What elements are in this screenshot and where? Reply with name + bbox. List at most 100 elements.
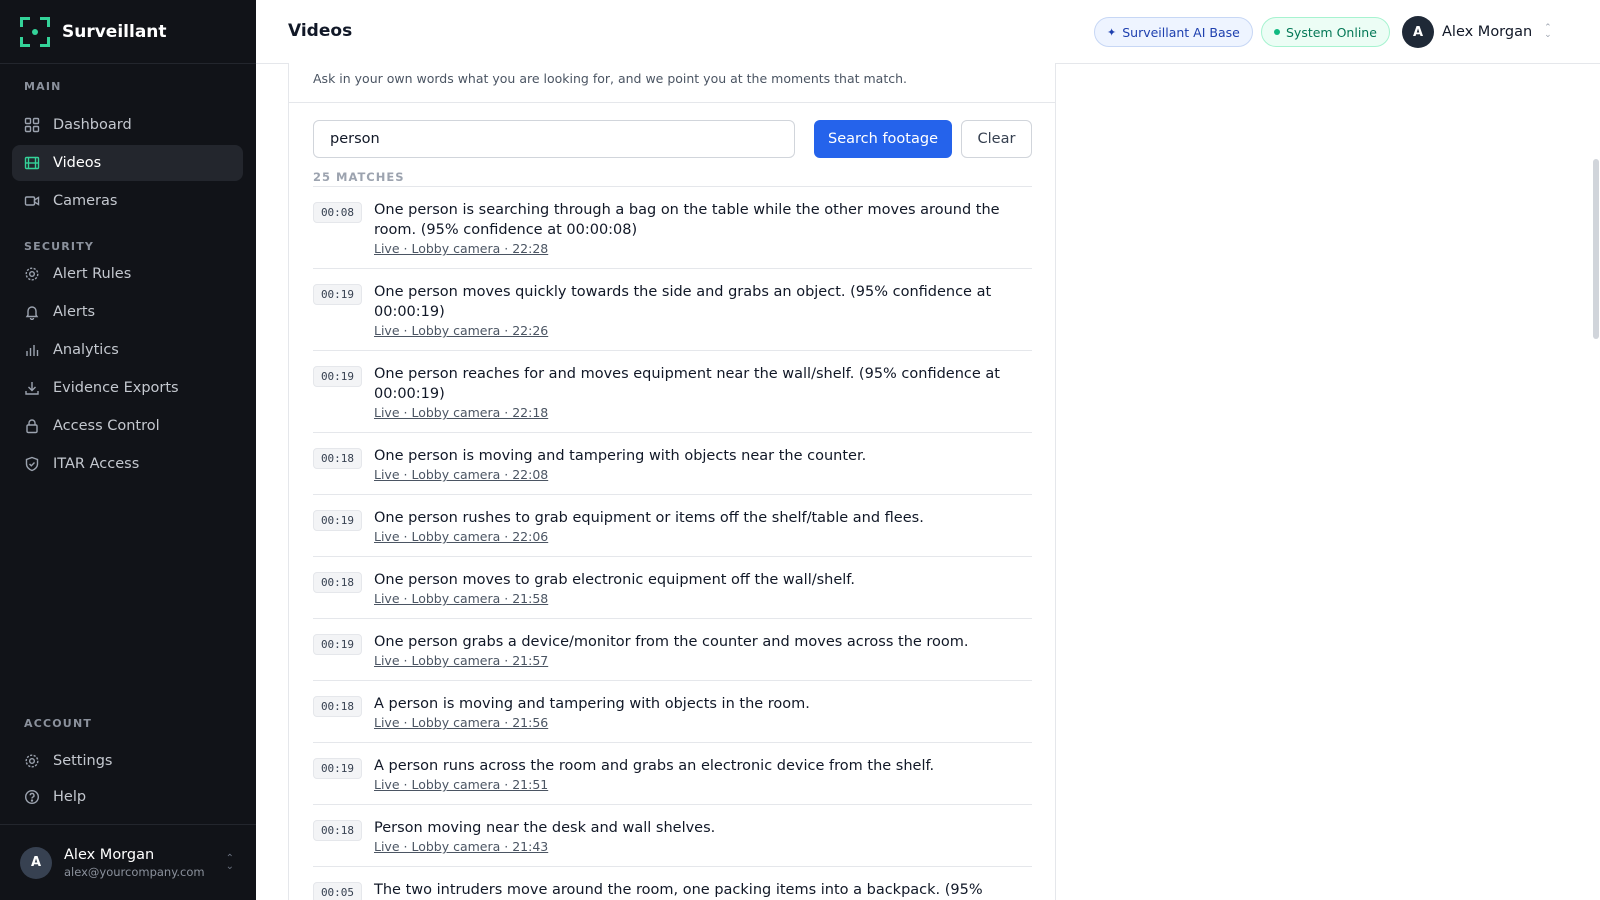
list-item[interactable]: 00:19 One person reaches for and moves e… — [313, 350, 1032, 432]
sidebar-item-analytics[interactable]: Analytics — [12, 332, 243, 368]
list-item[interactable]: 00:18 One person moves to grab electroni… — [313, 556, 1032, 618]
result-description: A person runs across the room and grabs … — [374, 758, 935, 774]
sidebar-item-cameras[interactable]: Cameras — [12, 183, 243, 219]
result-source-link[interactable]: Live · Lobby camera · 21:43 — [374, 839, 1032, 854]
avatar: A — [1402, 16, 1434, 48]
sidebar-item-alerts[interactable]: Alerts — [12, 294, 243, 330]
grid-icon — [24, 117, 40, 133]
result-source-link[interactable]: Live · Lobby camera · 22:28 — [374, 241, 1032, 256]
section-title-main: MAIN — [24, 80, 62, 93]
timestamp-badge[interactable]: 00:19 — [313, 510, 362, 531]
status-badge-label: System Online — [1286, 24, 1377, 40]
app-name: Surveillant — [62, 21, 167, 42]
sidebar-item-videos[interactable]: Videos — [12, 145, 243, 181]
result-description: One person moves to grab electronic equi… — [374, 572, 855, 588]
divider — [289, 102, 1055, 103]
video-camera-icon — [24, 193, 40, 209]
sidebar-item-label: Evidence Exports — [53, 380, 179, 396]
timestamp-badge[interactable]: 00:18 — [313, 448, 362, 469]
list-item[interactable]: 00:18 A person is moving and tampering w… — [313, 680, 1032, 742]
results-list: 00:08 One person is searching through a … — [313, 186, 1032, 900]
ai-base-badge[interactable]: ✦ Surveillant AI Base — [1094, 17, 1253, 47]
timestamp-badge[interactable]: 00:19 — [313, 366, 362, 387]
bell-icon — [24, 304, 40, 320]
result-description: One person reaches for and moves equipme… — [374, 366, 1000, 402]
timestamp-badge[interactable]: 00:18 — [313, 820, 362, 841]
search-panel: Ask in your own words what you are looki… — [288, 63, 1056, 900]
timestamp-badge[interactable]: 00:08 — [313, 202, 362, 223]
list-item[interactable]: 00:18 Person moving near the desk and wa… — [313, 804, 1032, 866]
list-item[interactable]: 00:19 One person grabs a device/monitor … — [313, 618, 1032, 680]
timestamp-badge[interactable]: 00:19 — [313, 758, 362, 779]
result-source-link[interactable]: Live · Lobby camera · 22:08 — [374, 467, 1032, 482]
result-source-link[interactable]: Live · Lobby camera · 21:58 — [374, 591, 1032, 606]
timestamp-badge[interactable]: 00:19 — [313, 634, 362, 655]
search-description: Ask in your own words what you are looki… — [313, 71, 908, 86]
scrollbar-thumb[interactable] — [1593, 159, 1599, 339]
sidebar-item-label: Videos — [53, 155, 102, 171]
sidebar-item-dashboard[interactable]: Dashboard — [12, 107, 243, 143]
status-badge: System Online — [1261, 17, 1390, 47]
search-footage-button[interactable]: Search footage — [814, 120, 952, 158]
sidebar-item-evidence-exports[interactable]: Evidence Exports — [12, 370, 243, 406]
sidebar-item-label: Dashboard — [53, 117, 132, 133]
page-scrollbar[interactable] — [1592, 64, 1600, 900]
timestamp-badge[interactable]: 00:18 — [313, 696, 362, 717]
list-item[interactable]: 00:05 The two intruders move around the … — [313, 866, 1032, 900]
section-title-security: SECURITY — [24, 240, 95, 253]
chevron-up-down-icon: ⌃ ⌄ — [225, 853, 234, 872]
matches-count: 25 MATCHES — [313, 170, 405, 184]
sparkle-icon: ✦ — [1107, 25, 1117, 39]
result-source-link[interactable]: Live · Lobby camera · 22:26 — [374, 323, 1032, 338]
search-input[interactable] — [313, 120, 795, 158]
result-description: The two intruders move around the room, … — [374, 882, 983, 898]
result-description: A person is moving and tampering with ob… — [374, 696, 810, 712]
download-icon — [24, 380, 40, 396]
sidebar-item-itar-access[interactable]: ITAR Access — [12, 446, 243, 482]
result-source-link[interactable]: Live · Lobby camera · 21:51 — [374, 777, 1032, 792]
result-description: One person grabs a device/monitor from t… — [374, 634, 969, 650]
status-dot-icon — [1274, 29, 1280, 35]
clear-button[interactable]: Clear — [961, 120, 1032, 158]
header-user-name: Alex Morgan — [1442, 24, 1533, 40]
gear-icon — [24, 266, 40, 282]
list-item[interactable]: 00:19 One person rushes to grab equipmen… — [313, 494, 1032, 556]
list-item[interactable]: 00:18 One person is moving and tampering… — [313, 432, 1032, 494]
result-source-link[interactable]: Live · Lobby camera · 22:18 — [374, 405, 1032, 420]
shield-icon — [24, 456, 40, 472]
timestamp-badge[interactable]: 00:18 — [313, 572, 362, 593]
result-source-link[interactable]: Live · Lobby camera · 22:06 — [374, 529, 1032, 544]
film-icon — [24, 155, 40, 171]
sidebar-user-email: alex@yourcompany.com — [64, 864, 205, 879]
sidebar-item-access-control[interactable]: Access Control — [12, 408, 243, 444]
sidebar-item-label: ITAR Access — [53, 456, 140, 472]
surveillant-logo-icon — [20, 16, 50, 47]
list-item[interactable]: 00:19 A person runs across the room and … — [313, 742, 1032, 804]
sidebar-item-label: Analytics — [53, 342, 119, 358]
result-description: One person is searching through a bag on… — [374, 202, 1000, 238]
result-description: One person rushes to grab equipment or i… — [374, 510, 924, 526]
result-source-link[interactable]: Live · Lobby camera · 21:57 — [374, 653, 1032, 668]
avatar: A — [20, 846, 52, 879]
top-header: Videos ✦ Surveillant AI Base System Onli… — [256, 0, 1600, 64]
sidebar-item-alert-rules[interactable]: Alert Rules — [12, 256, 243, 292]
list-item[interactable]: 00:19 One person moves quickly towards t… — [313, 268, 1032, 350]
sidebar-user-menu[interactable]: A Alex Morgan alex@yourcompany.com ⌃ ⌄ — [0, 824, 256, 900]
result-description: Person moving near the desk and wall she… — [374, 820, 716, 836]
sidebar-item-settings[interactable]: Settings — [12, 743, 243, 779]
result-description: One person moves quickly towards the sid… — [374, 284, 992, 320]
brand[interactable]: Surveillant — [0, 0, 256, 64]
result-source-link[interactable]: Live · Lobby camera · 21:56 — [374, 715, 1032, 730]
result-description: One person is moving and tampering with … — [374, 448, 867, 464]
timestamp-badge[interactable]: 00:05 — [313, 882, 362, 900]
sidebar-item-label: Cameras — [53, 193, 118, 209]
sidebar-item-help[interactable]: Help — [12, 779, 243, 815]
help-circle-icon — [24, 789, 40, 805]
sidebar-item-label: Settings — [53, 753, 113, 769]
timestamp-badge[interactable]: 00:19 — [313, 284, 362, 305]
sidebar-item-label: Help — [53, 789, 87, 805]
header-user-menu[interactable]: A Alex Morgan ⌃ ⌄ — [1402, 16, 1552, 48]
list-item[interactable]: 00:08 One person is searching through a … — [313, 186, 1032, 268]
chevron-up-down-icon: ⌃ ⌄ — [1544, 23, 1552, 40]
sidebar: Surveillant MAIN Dashboard Videos Camera… — [0, 0, 256, 900]
